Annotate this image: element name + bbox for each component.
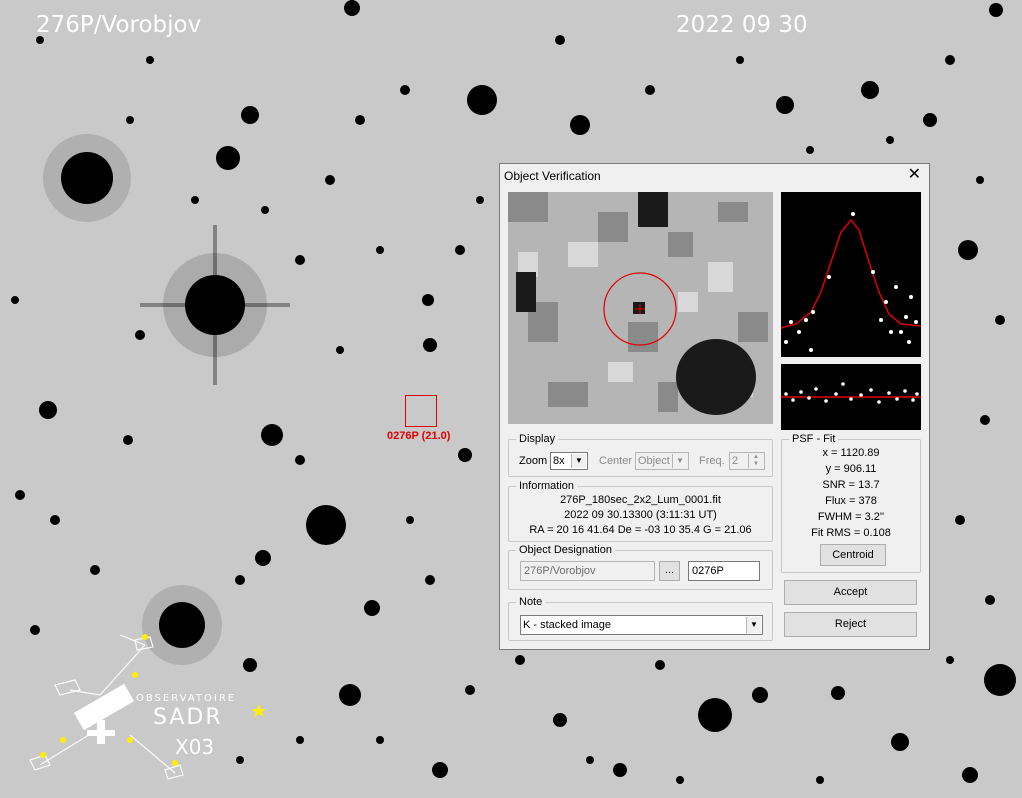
information-legend: Information (516, 480, 578, 492)
psf-y: y = 906.11 (825, 463, 877, 475)
zoomed-image-view[interactable] (508, 192, 773, 424)
browse-button[interactable]: ... (659, 561, 680, 581)
chevron-down-icon[interactable]: ▼ (672, 454, 687, 468)
observatory-logo: OBSERVATOIRE SADR X03 (25, 625, 266, 785)
psf-fit-group: PSF - Fit x = 1120.89 y = 906.11 SNR = 1… (781, 433, 921, 573)
center-value: Object (638, 455, 670, 467)
info-file: 276P_180sec_2x2_Lum_0001.fit (560, 494, 721, 506)
designation-code-field[interactable]: 0276P (688, 561, 760, 581)
display-legend: Display (516, 433, 559, 445)
date-caption: 2022 09 30 (676, 12, 808, 38)
psf-legend: PSF - Fit (789, 433, 839, 445)
information-group: Information 276P_180sec_2x2_Lum_0001.fit… (508, 480, 773, 542)
target-marker-box[interactable] (405, 395, 437, 427)
close-icon[interactable]: ✕ (908, 167, 921, 183)
psf-fwhm: FWHM = 3.2'' (817, 511, 885, 523)
logo-line-code: X03 (175, 735, 215, 759)
designation-legend: Object Designation (516, 544, 615, 556)
psf-residual-plot (781, 364, 921, 430)
designation-name-field[interactable]: 276P/Vorobjov (520, 561, 655, 581)
note-value: K - stacked image (523, 619, 612, 631)
star-icon (252, 704, 266, 717)
zoom-label: Zoom (519, 455, 548, 467)
freq-label: Freq. (699, 455, 725, 467)
zoom-select[interactable]: 8x ▼ (550, 452, 588, 470)
chevron-down-icon[interactable]: ▼ (571, 454, 586, 468)
reject-button[interactable]: Reject (784, 612, 917, 637)
info-time: 2022 09 30.13300 (3:11:31 UT) (564, 509, 717, 521)
target-marker-label: 0276P (21.0) (387, 430, 451, 442)
note-select[interactable]: K - stacked image ▼ (520, 615, 763, 635)
object-designation-group: Object Designation 276P/Vorobjov ... 027… (508, 544, 773, 590)
object-verification-dialog: Object Verification ✕ Display Zoom 8x ▼ … (499, 163, 930, 650)
chevron-down-icon[interactable]: ▼ (746, 617, 761, 633)
note-legend: Note (516, 596, 546, 608)
psf-fit-rms: Fit RMS = 0.108 (811, 527, 891, 539)
logo-line-observatoire: OBSERVATOIRE (136, 693, 237, 704)
zoom-value: 8x (553, 455, 565, 467)
psf-fit-plot (781, 192, 921, 357)
display-group: Display Zoom 8x ▼ Center Object ▼ Freq. … (508, 433, 773, 477)
psf-x: x = 1120.89 (822, 447, 880, 459)
object-name-caption: 276P/Vorobjov (36, 12, 202, 38)
center-label: Center (599, 455, 633, 467)
note-group: Note K - stacked image ▼ (508, 596, 773, 641)
info-coords: RA = 20 16 41.64 De = -03 10 35.4 G = 21… (529, 524, 752, 536)
spin-down-icon[interactable]: ▼ (748, 461, 763, 468)
freq-spinner[interactable]: 2 ▲ ▼ (729, 452, 765, 470)
logo-line-sadr: SADR (153, 705, 223, 730)
spin-up-icon[interactable]: ▲ (748, 454, 763, 461)
accept-button[interactable]: Accept (784, 580, 917, 605)
dialog-title: Object Verification (504, 169, 601, 183)
freq-value: 2 (732, 455, 739, 467)
center-select[interactable]: Object ▼ (635, 452, 689, 470)
psf-flux: Flux = 378 (825, 495, 877, 507)
centroid-button[interactable]: Centroid (820, 544, 886, 566)
psf-snr: SNR = 13.7 (822, 479, 880, 491)
